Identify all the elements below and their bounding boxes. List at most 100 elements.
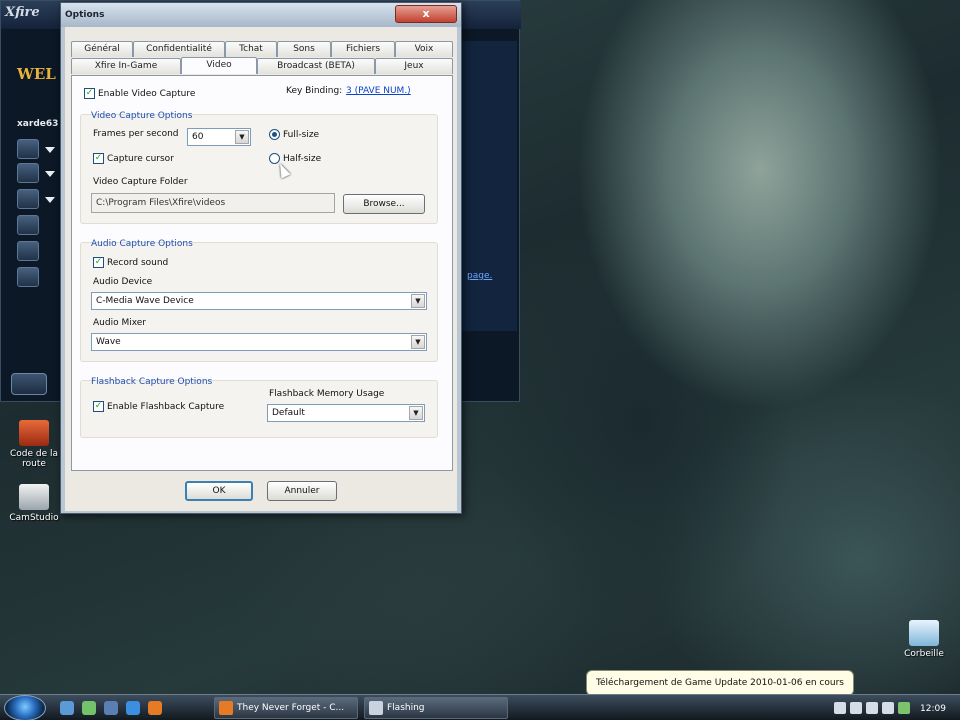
desktop-icon-corbeille[interactable]: Corbeille [894, 620, 954, 659]
task-button-flashing[interactable]: Flashing [364, 697, 508, 719]
xfire-welcome-text: WEL [17, 65, 56, 83]
internet-explorer-icon[interactable] [126, 701, 140, 715]
audio-device-value: C-Media Wave Device [96, 296, 194, 306]
video-capture-group-title: Video Capture Options [91, 111, 193, 121]
flashback-memory-select[interactable]: Default ▼ [267, 404, 425, 422]
audio-device-label: Audio Device [93, 277, 153, 287]
audio-mixer-select[interactable]: Wave ▼ [91, 333, 427, 351]
tray-security-icon[interactable] [898, 702, 910, 714]
enable-video-capture-checkbox[interactable]: ✓ [84, 88, 95, 99]
tab-jeux[interactable]: Jeux [375, 58, 453, 74]
tray-volume-icon[interactable] [866, 702, 878, 714]
tray-network-icon[interactable] [850, 702, 862, 714]
enable-flashback-checkbox[interactable]: ✓ [93, 401, 104, 412]
half-size-radio[interactable] [269, 153, 280, 164]
tab-video[interactable]: Video [181, 57, 257, 74]
window-icon [369, 701, 383, 715]
tray-chevron-icon[interactable] [834, 702, 846, 714]
desktop-icon-label: CamStudio [9, 513, 59, 523]
ok-button[interactable]: OK [185, 481, 253, 501]
capture-cursor-label: Capture cursor [107, 154, 174, 164]
checkmark-icon: ✓ [94, 257, 103, 267]
fps-label: Frames per second [93, 129, 179, 139]
full-size-label: Full-size [283, 130, 320, 140]
key-binding-label: Key Binding: [286, 86, 343, 96]
flashback-capture-group: Flashback Capture Options ✓ Enable Flash… [80, 377, 438, 438]
full-size-radio[interactable] [269, 129, 280, 140]
tab-broadcast[interactable]: Broadcast (BETA) [257, 58, 375, 74]
media-player-icon[interactable] [104, 701, 118, 715]
fps-select[interactable]: 60 ▼ [187, 128, 251, 146]
options-dialog: Options x Général Confidentialité Tchat … [60, 2, 462, 514]
xfire-content-panel [461, 41, 517, 331]
desktop-icon-label: Corbeille [904, 649, 944, 659]
checkmark-icon: ✓ [94, 401, 103, 411]
tab-fichiers[interactable]: Fichiers [331, 41, 395, 57]
capture-folder-field[interactable]: C:\Program Files\Xfire\videos [91, 193, 335, 213]
xfire-username: xarde63 [17, 119, 59, 129]
record-sound-label: Record sound [107, 258, 169, 268]
fps-value: 60 [192, 132, 204, 142]
xfire-settings-icon[interactable] [17, 241, 39, 261]
tab-confidentialite[interactable]: Confidentialité [133, 41, 225, 57]
key-binding-link[interactable]: 3 (PAVE NUM.) [346, 86, 411, 96]
dialog-body: Général Confidentialité Tchat Sons Fichi… [65, 27, 457, 511]
cancel-button[interactable]: Annuler [267, 481, 337, 501]
start-button[interactable] [4, 695, 46, 720]
checkmark-icon: ✓ [94, 153, 103, 163]
record-sound-checkbox[interactable]: ✓ [93, 257, 104, 268]
firefox-icon [219, 701, 233, 715]
desktop-icon-label: route [22, 459, 46, 469]
capture-folder-label: Video Capture Folder [93, 177, 188, 187]
desktop-icon-code-de-la-route[interactable]: Code de la route [4, 420, 64, 469]
flashback-memory-value: Default [272, 408, 305, 418]
audio-device-select[interactable]: C-Media Wave Device ▼ [91, 292, 427, 310]
half-size-label: Half-size [283, 154, 322, 164]
close-icon: x [422, 7, 430, 20]
chevron-down-icon[interactable]: ▼ [411, 335, 425, 349]
switch-windows-icon[interactable] [82, 701, 96, 715]
audio-capture-group-title: Audio Capture Options [91, 239, 193, 249]
desktop-icon-camstudio[interactable]: CamStudio [4, 484, 64, 523]
chevron-down-icon[interactable]: ▼ [409, 406, 423, 420]
audio-capture-group: Audio Capture Options ✓ Record sound Aud… [80, 239, 438, 362]
xfire-friends-icon[interactable] [17, 139, 39, 159]
close-button[interactable]: x [395, 5, 457, 23]
tab-xfire-in-game[interactable]: Xfire In-Game [71, 58, 181, 74]
xfire-page-link[interactable]: page. [467, 271, 507, 283]
chevron-down-icon[interactable] [45, 171, 55, 177]
firefox-icon[interactable] [148, 701, 162, 715]
search-icon[interactable] [11, 373, 47, 395]
chevron-down-icon[interactable]: ▼ [411, 294, 425, 308]
xfire-servers-icon[interactable] [17, 189, 39, 209]
enable-video-capture-label: Enable Video Capture [98, 89, 196, 99]
chevron-down-icon[interactable] [45, 147, 55, 153]
flashback-group-title: Flashback Capture Options [91, 377, 213, 387]
xfire-logo: Xfire [5, 5, 40, 20]
chevron-down-icon[interactable] [45, 197, 55, 203]
tray-xfire-icon[interactable] [882, 702, 894, 714]
tab-general[interactable]: Général [71, 41, 133, 57]
task-button-label: Flashing [387, 703, 425, 713]
notification-balloon[interactable]: Téléchargement de Game Update 2010-01-06… [586, 670, 854, 696]
browse-button[interactable]: Browse... [343, 194, 425, 214]
task-button-label: They Never Forget - C... [237, 703, 345, 713]
audio-mixer-value: Wave [96, 337, 121, 347]
tab-voix[interactable]: Voix [395, 41, 453, 57]
show-desktop-icon[interactable] [60, 701, 74, 715]
flashback-memory-label: Flashback Memory Usage [269, 389, 385, 399]
xfire-network-icon[interactable] [17, 163, 39, 183]
tab-tchat[interactable]: Tchat [225, 41, 277, 57]
capture-cursor-checkbox[interactable]: ✓ [93, 153, 104, 164]
enable-flashback-label: Enable Flashback Capture [107, 402, 225, 412]
taskbar: They Never Forget - C... Flashing [0, 694, 960, 720]
xfire-folder-icon[interactable] [17, 215, 39, 235]
car-icon [19, 420, 49, 446]
dialog-titlebar[interactable]: Options x [61, 3, 461, 27]
xfire-video-icon[interactable] [17, 267, 39, 287]
task-button-firefox[interactable]: They Never Forget - C... [214, 697, 358, 719]
tab-sons[interactable]: Sons [277, 41, 331, 57]
taskbar-clock[interactable]: 12:09 [920, 704, 946, 714]
checkmark-icon: ✓ [85, 88, 94, 98]
chevron-down-icon[interactable]: ▼ [235, 130, 249, 144]
